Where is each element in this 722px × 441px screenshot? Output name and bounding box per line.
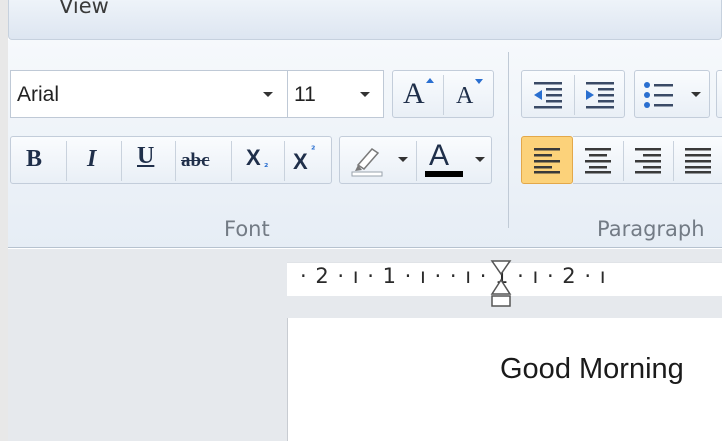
chevron-down-icon[interactable] xyxy=(360,92,370,97)
align-right-icon xyxy=(635,148,661,174)
grow-font-button[interactable]: A xyxy=(393,71,443,117)
italic-button[interactable]: I xyxy=(67,137,121,183)
chevron-down-icon[interactable] xyxy=(263,92,273,97)
font-size-combo[interactable]: 11 xyxy=(287,70,384,118)
underline-icon: U xyxy=(137,143,155,169)
font-color-icon: A xyxy=(429,139,450,172)
ribbon-tab-strip: View xyxy=(8,0,722,40)
decrease-indent-button[interactable] xyxy=(522,71,574,117)
ruler-marks: · 2 · ı · 1 · ı · · ı · 1 · ı · 2 · ı xyxy=(300,264,607,288)
font-color-swatch xyxy=(425,171,463,177)
italic-icon: I xyxy=(87,146,97,172)
strikethrough-button[interactable]: abc xyxy=(176,137,231,183)
font-name-value: Arial xyxy=(17,83,60,106)
tab-view[interactable]: View xyxy=(59,0,109,20)
increase-indent-icon xyxy=(586,82,614,109)
font-name-combo[interactable]: Arial xyxy=(10,70,288,118)
align-left-button[interactable] xyxy=(521,136,573,184)
group-separator xyxy=(508,52,509,228)
bullet-list-icon xyxy=(644,82,673,108)
superscript-button[interactable]: X ² xyxy=(285,137,333,183)
align-buttons-group xyxy=(573,136,722,184)
grow-shrink-group: A A xyxy=(392,70,494,118)
align-center-icon xyxy=(585,148,611,174)
document-text[interactable]: Good Morning xyxy=(500,353,684,386)
highlighter-icon xyxy=(351,148,383,177)
bold-button[interactable]: B xyxy=(11,137,66,183)
align-center-button[interactable] xyxy=(573,137,623,183)
left-edge xyxy=(0,0,8,441)
superscript-2-icon: ² xyxy=(311,145,316,156)
underline-button[interactable]: U xyxy=(122,137,175,183)
bold-icon: B xyxy=(26,146,43,172)
font-group-label: Font xyxy=(224,217,270,241)
justify-icon xyxy=(685,148,711,174)
align-left-icon xyxy=(534,148,560,174)
subscript-2-icon: ₂ xyxy=(264,159,269,170)
bullets-button[interactable] xyxy=(634,70,710,118)
word-window: View Arial 11 A A B I U abc X ₂ X ² A Fo… xyxy=(0,0,722,441)
format-buttons-group: B I U abc X ₂ X ² xyxy=(10,136,332,184)
chevron-down-icon[interactable] xyxy=(398,157,408,162)
indent-marker-icon[interactable] xyxy=(489,258,513,310)
font-color-button[interactable]: A xyxy=(417,137,493,183)
strikethrough-icon: abc xyxy=(181,150,210,171)
decrease-indent-icon xyxy=(534,82,562,109)
arrow-up-icon xyxy=(426,78,434,83)
chevron-down-icon[interactable] xyxy=(691,92,701,97)
justify-button[interactable] xyxy=(674,137,722,183)
chevron-down-icon[interactable] xyxy=(475,157,485,162)
font-size-value: 11 xyxy=(294,83,316,106)
color-buttons-group: A xyxy=(339,136,492,184)
shrink-font-button[interactable]: A xyxy=(444,71,494,117)
text-highlight-button[interactable] xyxy=(340,137,416,183)
superscript-icon: X xyxy=(293,149,308,174)
paragraph-group-label: Paragraph xyxy=(597,217,705,241)
indent-group xyxy=(521,70,625,118)
arrow-down-icon xyxy=(475,79,483,84)
subscript-button[interactable]: X ₂ xyxy=(232,137,284,183)
increase-indent-button[interactable] xyxy=(575,71,626,117)
align-right-button[interactable] xyxy=(624,137,673,183)
numbering-button[interactable] xyxy=(716,70,722,118)
grow-font-icon: A xyxy=(403,77,425,110)
subscript-icon: X xyxy=(246,145,261,170)
shrink-font-icon: A xyxy=(456,83,474,109)
